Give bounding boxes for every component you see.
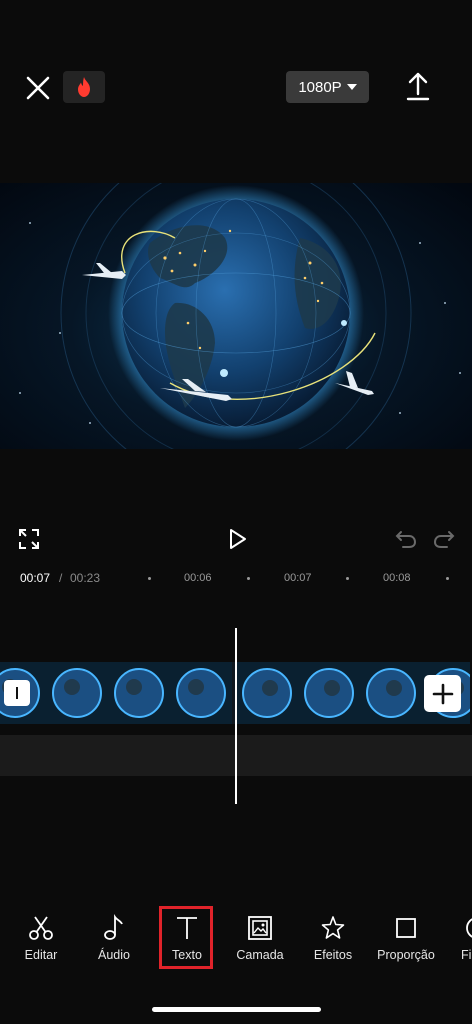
clip-trim-handle[interactable] <box>4 680 30 706</box>
redo-icon <box>433 531 455 548</box>
undo-icon <box>395 531 417 548</box>
tool-label: Camada <box>236 948 284 962</box>
ruler-dot <box>148 577 151 580</box>
current-time: 00:07 <box>20 571 51 585</box>
music-note-icon <box>100 914 128 942</box>
square-icon <box>392 914 420 942</box>
video-preview[interactable] <box>0 183 472 449</box>
clip-thumbnail <box>170 662 232 724</box>
clip-thumbnail <box>236 662 298 724</box>
ruler-dot <box>346 577 349 580</box>
play-icon <box>230 529 246 549</box>
fullscreen-icon <box>19 529 39 549</box>
time-separator: / <box>59 571 63 585</box>
chevron-down-icon <box>346 84 357 90</box>
ruler-dot <box>446 577 449 580</box>
clip-thumbnail <box>360 662 422 724</box>
clip-thumbnail <box>46 662 108 724</box>
ruler-tick: 00:06 <box>184 572 212 584</box>
redo-button[interactable] <box>433 529 455 549</box>
add-clip-button[interactable] <box>424 675 461 712</box>
overlay-icon <box>246 914 274 942</box>
total-time: 00:23 <box>70 571 101 585</box>
export-button[interactable] <box>402 70 434 104</box>
pro-badge-button[interactable] <box>63 71 105 103</box>
play-button[interactable] <box>225 527 249 551</box>
resolution-label: 1080P <box>298 78 342 96</box>
close-icon <box>26 76 50 100</box>
filter-icon <box>447 914 472 942</box>
close-button[interactable] <box>22 72 54 104</box>
earth-globe-image <box>19 183 461 449</box>
ruler-tick: 00:07 <box>284 572 312 584</box>
tool-audio[interactable]: Áudio <box>82 914 146 962</box>
resolution-selector[interactable]: 1080P <box>286 71 369 103</box>
tool-camada[interactable]: Camada <box>228 914 292 962</box>
tool-label: Editar <box>24 948 58 962</box>
star-icon <box>319 914 347 942</box>
ruler-tick: 00:08 <box>383 572 411 584</box>
scissors-icon <box>27 914 55 942</box>
undo-button[interactable] <box>395 529 417 549</box>
plus-icon <box>432 683 453 704</box>
clip-thumbnail <box>298 662 360 724</box>
tool-filtros[interactable]: Fi <box>447 914 472 962</box>
tool-editar[interactable]: Editar <box>9 914 73 962</box>
tool-label: Fi <box>461 948 472 962</box>
tool-proporcao[interactable]: Proporção <box>374 914 438 962</box>
tool-label: Efeitos <box>313 948 353 962</box>
upload-icon <box>406 72 430 101</box>
playhead[interactable] <box>235 628 237 804</box>
handle-grip-icon <box>16 687 18 699</box>
ruler-dot <box>247 577 250 580</box>
highlight-frame <box>159 906 213 969</box>
fire-icon <box>78 77 90 97</box>
clip-thumbnail <box>108 662 170 724</box>
tool-label: Proporção <box>377 948 435 962</box>
tool-label: Áudio <box>98 948 130 962</box>
tool-efeitos[interactable]: Efeitos <box>301 914 365 962</box>
home-indicator <box>152 1007 321 1012</box>
fullscreen-button[interactable] <box>18 528 40 550</box>
